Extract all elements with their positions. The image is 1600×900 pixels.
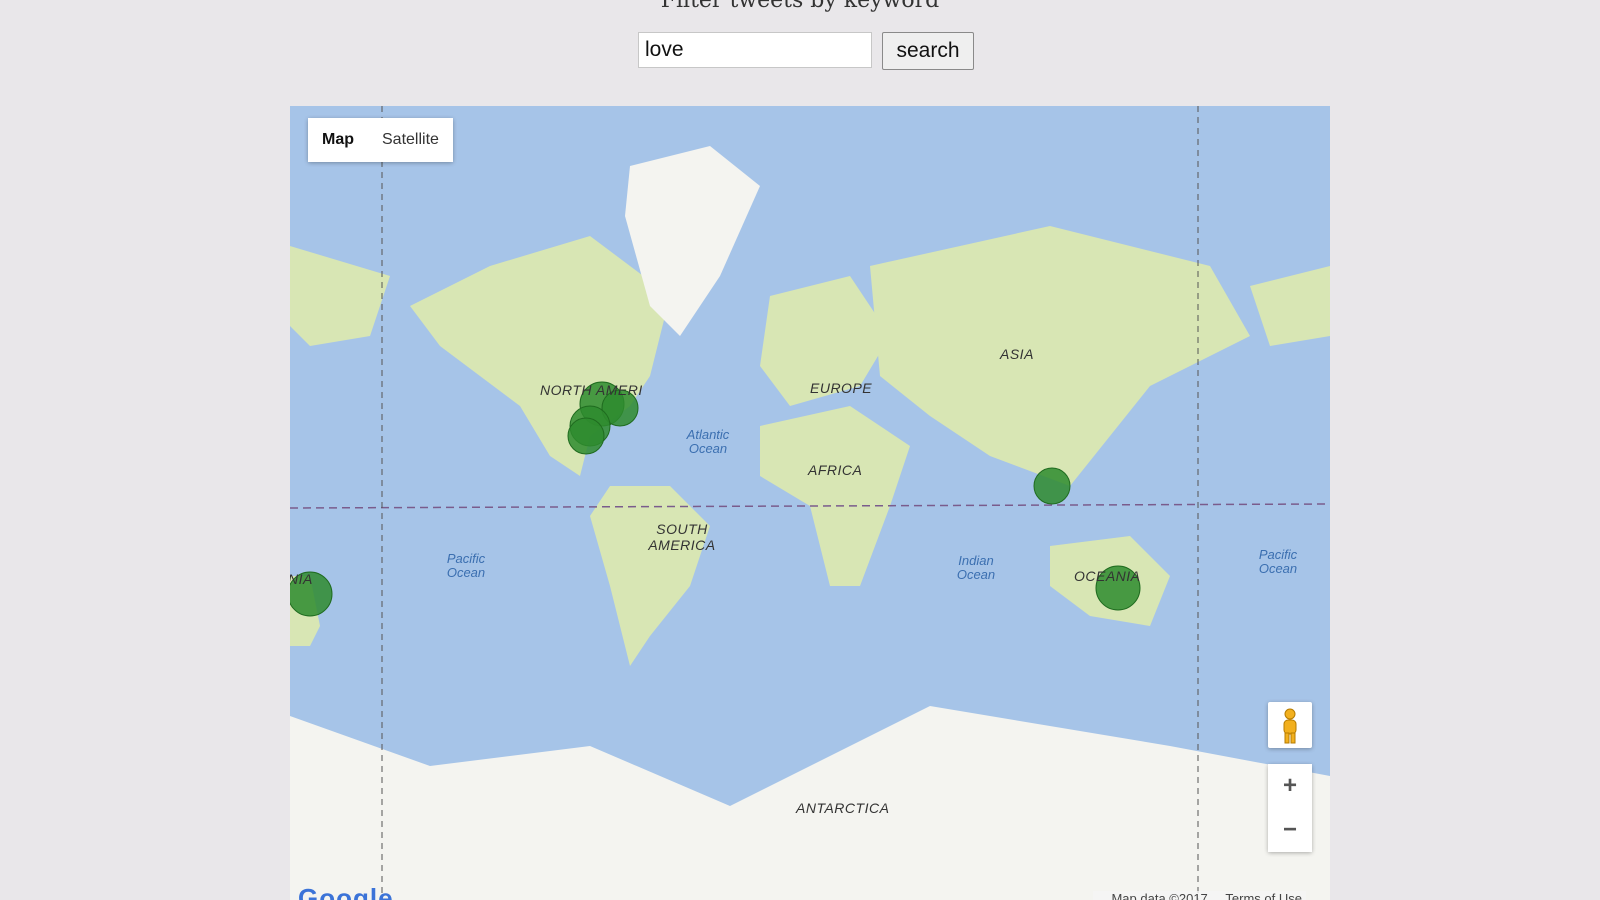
terms-of-use-link[interactable]: Terms of Use <box>1225 891 1302 900</box>
tweet-marker[interactable] <box>567 417 605 455</box>
zoom-in-button[interactable]: + <box>1268 764 1312 808</box>
label-south-america: SOUTH AMERICA <box>648 521 716 553</box>
google-logo-text: Google <box>298 883 394 900</box>
label-europe: EUROPE <box>810 380 873 396</box>
search-bar: search <box>638 32 974 70</box>
google-logo[interactable]: Google <box>298 883 394 900</box>
label-africa: AFRICA <box>808 462 863 478</box>
world-map[interactable]: Map Satellite NORTH AMERI SOUTH AMERICA … <box>290 106 1330 900</box>
page-heading: Filter tweets by keyword <box>660 0 940 13</box>
west-asia-wrap-landmass <box>290 246 390 346</box>
east-asia-wrap-landmass <box>1250 266 1330 346</box>
label-oceania: OCEANIA <box>1074 568 1141 584</box>
street-view-pegman[interactable] <box>1268 702 1312 748</box>
zoom-out-button[interactable]: − <box>1268 808 1312 852</box>
africa-landmass <box>760 406 910 586</box>
tweet-marker[interactable] <box>1033 467 1071 505</box>
north-america-landmass <box>410 236 670 476</box>
south-america-landmass <box>590 486 710 666</box>
map-type-satellite-button[interactable]: Satellite <box>368 118 453 162</box>
search-button[interactable]: search <box>882 32 974 70</box>
label-pacific-ocean-east: Pacific Ocean <box>1258 547 1298 576</box>
label-indian-ocean: Indian Ocean <box>956 553 996 582</box>
label-asia: ASIA <box>1000 346 1034 362</box>
map-type-map-button[interactable]: Map <box>308 118 368 162</box>
label-north-america: NORTH AMERI <box>540 382 643 398</box>
map-canvas[interactable] <box>290 106 1330 900</box>
label-antarctica: ANTARCTICA <box>796 800 890 816</box>
label-oceania-wrapped: NIA <box>290 571 313 587</box>
map-attribution: Map data ©2017 Terms of Use <box>1093 891 1306 900</box>
attribution-text: Map data ©2017 <box>1111 891 1208 900</box>
zoom-control: + − <box>1268 764 1312 852</box>
map-type-control: Map Satellite <box>308 118 453 162</box>
label-pacific-ocean-west: Pacific Ocean <box>446 551 486 580</box>
asia-landmass <box>870 226 1250 486</box>
pegman-icon <box>1283 708 1297 744</box>
search-input[interactable] <box>638 32 872 68</box>
label-atlantic-ocean: Atlantic Ocean <box>686 427 730 456</box>
page: Filter tweets by keyword search <box>0 0 1600 900</box>
